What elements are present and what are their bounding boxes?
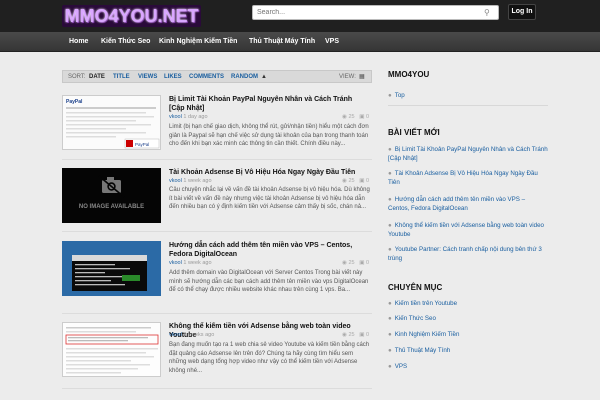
post-counts: ◉ 25 ▣ 0 <box>342 114 369 120</box>
svg-text:PayPal: PayPal <box>66 99 83 105</box>
post-title[interactable]: Bị Limit Tài Khoản PayPal Nguyên Nhân và… <box>169 96 369 113</box>
comment-icon: ▣ <box>359 178 366 184</box>
post-time: 1 day ago <box>183 114 208 120</box>
post-excerpt: Câu chuyện nhắc lại về vấn đề tài khoản … <box>169 187 370 210</box>
view-count: 25 <box>348 332 355 338</box>
nav-item-home[interactable]: Home <box>69 32 88 52</box>
sidebar-recent-post[interactable]: ● Hướng dẫn cách add thêm tên miền vào VP… <box>388 196 548 213</box>
post-meta: vkool 1 week ago ◉ 25 ▣ 0 <box>169 178 369 186</box>
post-title[interactable]: Hướng dẫn cách add thêm tên miền vào VPS… <box>169 242 369 259</box>
nav-item-vps[interactable]: VPS <box>325 32 339 52</box>
post-meta: vkool 1 day ago ◉ 25 ▣ 0 <box>169 114 369 122</box>
sort-date[interactable]: DATE <box>89 71 105 83</box>
terminal-screenshot-icon <box>62 241 161 296</box>
post-thumbnail[interactable]: NO IMAGE AVAILABLE <box>62 168 161 223</box>
document-screenshot-icon <box>63 323 160 376</box>
comment-icon: ▣ <box>359 260 366 266</box>
comment-count: 0 <box>365 114 369 120</box>
no-image-label: NO IMAGE AVAILABLE <box>78 204 145 210</box>
sidebar-recent-post[interactable]: ● Youtube Partner: Cách tranh chấp nội du… <box>388 246 548 263</box>
nav-item-thu-thuat[interactable]: Thủ Thuật Máy Tính <box>249 32 315 52</box>
login-button[interactable]: Log In <box>508 4 536 20</box>
view-count: 25 <box>348 178 355 184</box>
post-thumbnail[interactable] <box>62 241 161 296</box>
sidebar-category[interactable]: ● VPS <box>388 363 548 372</box>
nav-item-kien-thuc-seo[interactable]: Kiến Thức Seo <box>101 32 150 52</box>
sidebar-divider <box>388 105 548 106</box>
logo-text: MMO4YOU.NET <box>64 6 199 26</box>
post-counts: ◉ 25 ▣ 0 <box>342 332 369 338</box>
post-meta: vkool 2 weeks ago ◉ 25 ▣ 0 <box>169 332 369 340</box>
sort-bar: SORT: DATE TITLE VIEWS LIKES COMMENTS RA… <box>62 70 372 83</box>
sort-direction-icon[interactable]: ▲ <box>261 71 267 83</box>
sidebar-recent-post[interactable]: ● Tài Khoản Adsense Bị Vô Hiệu Hóa Ngay N… <box>388 170 548 187</box>
bullet-icon: ● <box>388 331 392 338</box>
post-thumbnail[interactable]: PayPal PayPal <box>62 95 161 150</box>
paypal-screenshot-icon: PayPal PayPal <box>63 96 160 149</box>
post-divider <box>62 231 372 232</box>
svg-text:PayPal: PayPal <box>135 142 149 147</box>
grid-view-icon[interactable]: ▦ <box>359 71 365 83</box>
post-excerpt: Limit (bị hạn chế giao dịch, không thể r… <box>169 124 369 147</box>
bullet-icon: ● <box>388 170 392 177</box>
sort-title[interactable]: TITLE <box>113 71 130 83</box>
sidebar-link-top[interactable]: ● Top <box>388 92 548 101</box>
post-meta: vkool 1 week ago ◉ 25 ▣ 0 <box>169 260 369 268</box>
comment-count: 0 <box>365 332 369 338</box>
sort-likes[interactable]: LIKES <box>164 71 182 83</box>
sidebar-recent-post[interactable]: ● Bị Limit Tài Khoản PayPal Nguyên Nhân v… <box>388 146 548 163</box>
bullet-icon: ● <box>388 363 392 370</box>
sidebar-heading-categories: CHUYÊN MỤC <box>388 283 443 292</box>
post-time: 2 weeks ago <box>183 332 215 338</box>
sort-label: SORT: <box>68 74 86 80</box>
nav-item-kinh-nghiem[interactable]: Kinh Nghiệm Kiếm Tiền <box>159 32 237 52</box>
sort-comments[interactable]: COMMENTS <box>189 71 224 83</box>
post-divider <box>62 313 372 314</box>
post-author[interactable]: vkool <box>169 114 182 120</box>
sidebar-heading-mmo4you: MMO4YOU <box>388 70 430 79</box>
comment-icon: ▣ <box>359 114 366 120</box>
bullet-icon: ● <box>388 246 392 253</box>
bullet-icon: ● <box>388 347 392 354</box>
bullet-icon: ● <box>388 146 392 153</box>
top-bar: MMO4YOU.NET ⚲ Log In <box>0 0 600 32</box>
post-time: 1 week ago <box>183 178 212 184</box>
camera-icon <box>98 175 125 198</box>
post-author[interactable]: vkool <box>169 178 182 184</box>
post-divider <box>62 388 372 389</box>
sidebar-category[interactable]: ● Kiến Thức Seo <box>388 315 548 324</box>
post-thumbnail[interactable] <box>62 322 161 377</box>
comment-icon: ▣ <box>359 332 366 338</box>
sort-random[interactable]: RANDOM <box>231 71 258 83</box>
search-input[interactable] <box>252 5 499 20</box>
post-counts: ◉ 25 ▣ 0 <box>342 260 369 266</box>
search-icon[interactable]: ⚲ <box>484 8 490 17</box>
sidebar-heading-recent: BÀI VIẾT MỚI <box>388 128 440 137</box>
view-count: 25 <box>348 114 355 120</box>
site-logo[interactable]: MMO4YOU.NET <box>62 5 201 27</box>
view-label: VIEW: <box>339 74 356 80</box>
bullet-icon: ● <box>388 300 392 307</box>
post-excerpt: Bạn đang muốn tạo ra 1 web chia sẻ video… <box>169 342 370 374</box>
sidebar-category[interactable]: ● Kiếm tiền trên Youtube <box>388 300 548 309</box>
bullet-icon: ● <box>388 196 392 203</box>
post-time: 1 week ago <box>183 260 212 266</box>
bullet-icon: ● <box>388 315 392 322</box>
post-author[interactable]: vkool <box>169 260 182 266</box>
post-author[interactable]: vkool <box>169 332 182 338</box>
post-counts: ◉ 25 ▣ 0 <box>342 178 369 184</box>
post-excerpt: Add thêm domain vào DigitalOcean với Ser… <box>169 270 369 293</box>
bullet-icon: ● <box>388 222 392 229</box>
comment-count: 0 <box>365 260 369 266</box>
sidebar-category[interactable]: ● Kinh Nghiệm Kiếm Tiền <box>388 331 548 340</box>
bullet-icon: ● <box>388 92 392 99</box>
main-nav: Home Kiến Thức Seo Kinh Nghiệm Kiếm Tiền… <box>0 32 600 52</box>
sidebar-recent-post[interactable]: ● Không thể kiếm tiền với Adsense bằng we… <box>388 222 548 239</box>
view-count: 25 <box>348 260 355 266</box>
post-title[interactable]: Tài Khoản Adsense Bị Vô Hiệu Hóa Ngay Ng… <box>169 169 369 178</box>
comment-count: 0 <box>365 178 369 184</box>
post-divider <box>62 159 372 160</box>
sort-views[interactable]: VIEWS <box>138 71 157 83</box>
sidebar-category[interactable]: ● Thủ Thuật Máy Tính <box>388 347 548 356</box>
